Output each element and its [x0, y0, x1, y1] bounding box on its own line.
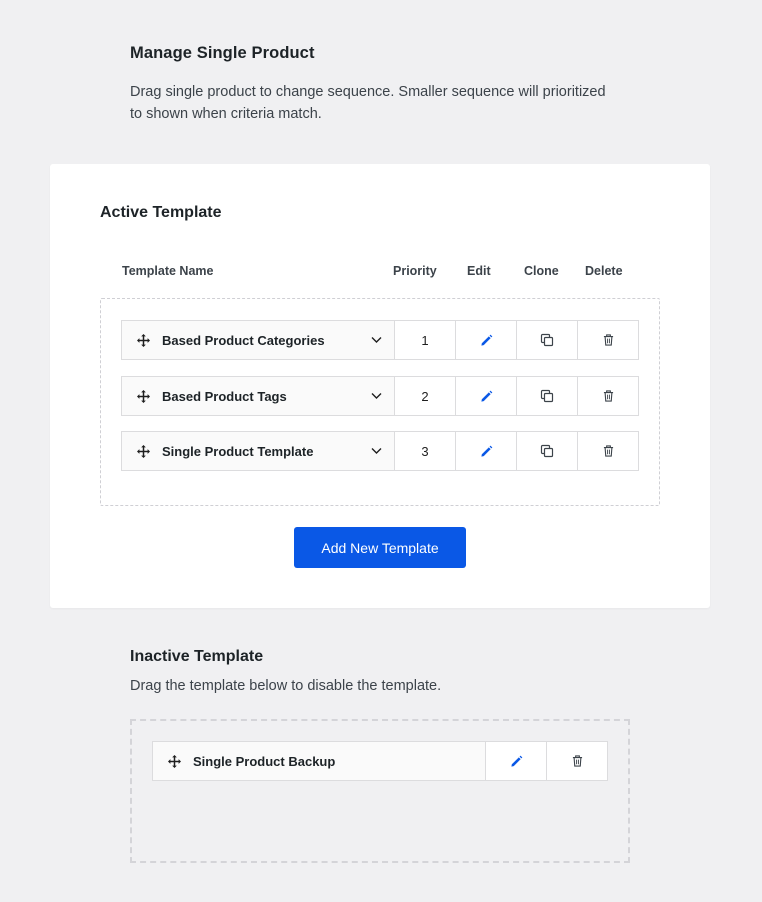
inactive-template-description: Drag the template below to disable the t… [130, 678, 442, 694]
column-header-name: Template Name [122, 264, 214, 278]
template-name-cell[interactable]: Based Product Categories [121, 320, 395, 360]
template-name-cell[interactable]: Based Product Tags [121, 376, 395, 416]
edit-button[interactable] [456, 376, 517, 416]
page-title: Manage Single Product [130, 44, 315, 62]
chevron-down-icon[interactable] [371, 447, 382, 455]
copy-icon [540, 389, 554, 403]
add-new-template-button[interactable]: Add New Template [294, 527, 466, 568]
template-name: Based Product Categories [162, 332, 325, 348]
trash-icon [603, 334, 613, 346]
move-arrows-icon[interactable] [137, 334, 150, 347]
priority-value[interactable]: 1 [395, 320, 456, 360]
template-row[interactable]: Single Product Template 3 [121, 431, 639, 471]
template-name: Single Product Template [162, 443, 314, 459]
copy-icon [540, 333, 554, 347]
trash-icon [572, 755, 582, 767]
column-header-delete: Delete [585, 264, 623, 278]
delete-button[interactable] [578, 320, 639, 360]
column-header-priority: Priority [393, 264, 437, 278]
template-name-cell[interactable]: Single Product Template [121, 431, 395, 471]
active-template-card: Active Template Template Name Priority E… [50, 164, 710, 608]
inactive-template-dropzone[interactable]: Single Product Backup [130, 719, 630, 863]
inactive-template-row[interactable]: Single Product Backup [152, 741, 608, 781]
copy-icon [540, 444, 554, 458]
edit-button[interactable] [456, 320, 517, 360]
pencil-icon [480, 390, 492, 402]
intro-section: Manage Single Product Drag single produc… [130, 44, 610, 125]
trash-icon [603, 445, 613, 457]
delete-button[interactable] [547, 741, 608, 781]
page-description: Drag single product to change sequence. … [130, 84, 606, 122]
template-name-cell[interactable]: Single Product Backup [152, 741, 486, 781]
pencil-icon [480, 445, 492, 457]
move-arrows-icon[interactable] [168, 755, 181, 768]
priority-value[interactable]: 3 [395, 431, 456, 471]
column-header-clone: Clone [524, 264, 559, 278]
pencil-icon [510, 755, 522, 767]
clone-button[interactable] [517, 431, 578, 471]
pencil-icon [480, 334, 492, 346]
column-header-edit: Edit [467, 264, 491, 278]
template-row[interactable]: Based Product Categories 1 [121, 320, 639, 360]
clone-button[interactable] [517, 376, 578, 416]
edit-button[interactable] [456, 431, 517, 471]
chevron-down-icon[interactable] [371, 336, 382, 344]
chevron-down-icon[interactable] [371, 392, 382, 400]
trash-icon [603, 390, 613, 402]
edit-button[interactable] [486, 741, 547, 781]
clone-button[interactable] [517, 320, 578, 360]
active-template-title: Active Template [100, 204, 222, 221]
template-name: Single Product Backup [193, 753, 336, 769]
priority-value[interactable]: 2 [395, 376, 456, 416]
delete-button[interactable] [578, 376, 639, 416]
inactive-template-title: Inactive Template [130, 648, 264, 665]
move-arrows-icon[interactable] [137, 390, 150, 403]
inactive-template-section: Inactive Template Drag the template belo… [130, 648, 630, 694]
delete-button[interactable] [578, 431, 639, 471]
template-name: Based Product Tags [162, 388, 287, 404]
move-arrows-icon[interactable] [137, 445, 150, 458]
template-row[interactable]: Based Product Tags 2 [121, 376, 639, 416]
active-template-dropzone[interactable]: Based Product Categories 1 Based Product… [100, 298, 660, 506]
